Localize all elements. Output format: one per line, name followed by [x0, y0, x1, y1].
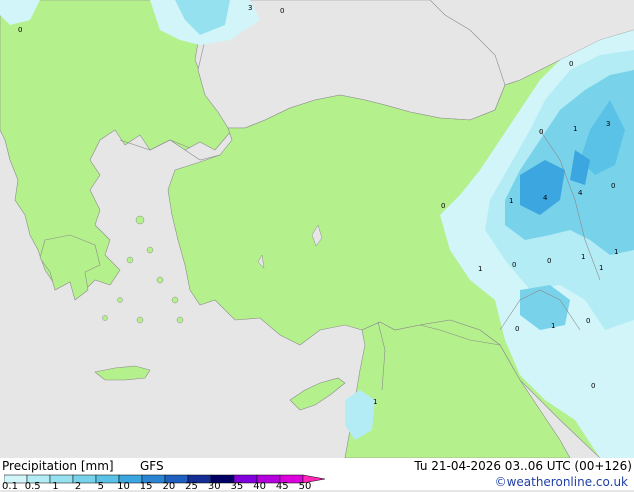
scale-tick: 0.5 [24, 481, 41, 492]
scale-tick: 35 [230, 481, 244, 492]
value-label: 0 [547, 257, 551, 265]
scale-tick: 50 [298, 481, 312, 492]
scale-tick: 45 [275, 481, 289, 492]
value-label: 3 [248, 4, 252, 12]
scale-tick: 2 [74, 481, 82, 492]
model-name: GFS [140, 459, 164, 473]
map-figure: 3 0 0 0 1 3 0 1 4 4 0 0 1 0 0 1 1 1 0 1 … [0, 0, 634, 492]
scale-tick: 15 [139, 481, 153, 492]
scale-tick: 20 [162, 481, 176, 492]
scale-tick: 0.1 [2, 481, 18, 492]
scale-tick: 40 [253, 481, 266, 492]
value-label: 0 [280, 7, 284, 15]
value-label: 1 [478, 265, 482, 273]
value-label: 0 [539, 128, 543, 136]
value-label: 3 [606, 120, 610, 128]
value-label: 0 [515, 325, 519, 333]
scale-tick: 1 [52, 481, 59, 492]
value-label: 0 [591, 382, 595, 390]
footer: Precipitation [mm] GFS Tu 21-04-2026 03.… [0, 458, 634, 490]
precipitation-map: 3 0 0 0 1 3 0 1 4 4 0 0 1 0 0 1 1 1 0 1 … [0, 0, 634, 458]
value-label: 1 [373, 398, 377, 406]
value-label: 0 [611, 182, 615, 190]
value-label: 4 [543, 194, 548, 202]
value-label: 1 [614, 248, 618, 256]
valid-time: Tu 21-04-2026 03..06 UTC (00+126) [414, 459, 632, 473]
value-label: 0 [512, 261, 516, 269]
value-label: 1 [599, 264, 603, 272]
site-credit: ©weatheronline.co.uk [494, 475, 628, 489]
scale-tick: 25 [185, 481, 198, 492]
scale-tick: 30 [207, 481, 221, 492]
value-label: 0 [569, 60, 573, 68]
value-label: 0 [586, 317, 590, 325]
scale-tick: 10 [117, 481, 130, 492]
map-title: Precipitation [mm] [2, 459, 114, 473]
value-label: 1 [509, 197, 513, 205]
scale-tick: 5 [97, 481, 104, 492]
value-label: 0 [441, 202, 445, 210]
value-label: 1 [581, 253, 585, 261]
value-label: 1 [573, 125, 577, 133]
value-label: 0 [18, 26, 22, 34]
value-label: 4 [578, 189, 583, 197]
value-label: 1 [551, 322, 555, 330]
